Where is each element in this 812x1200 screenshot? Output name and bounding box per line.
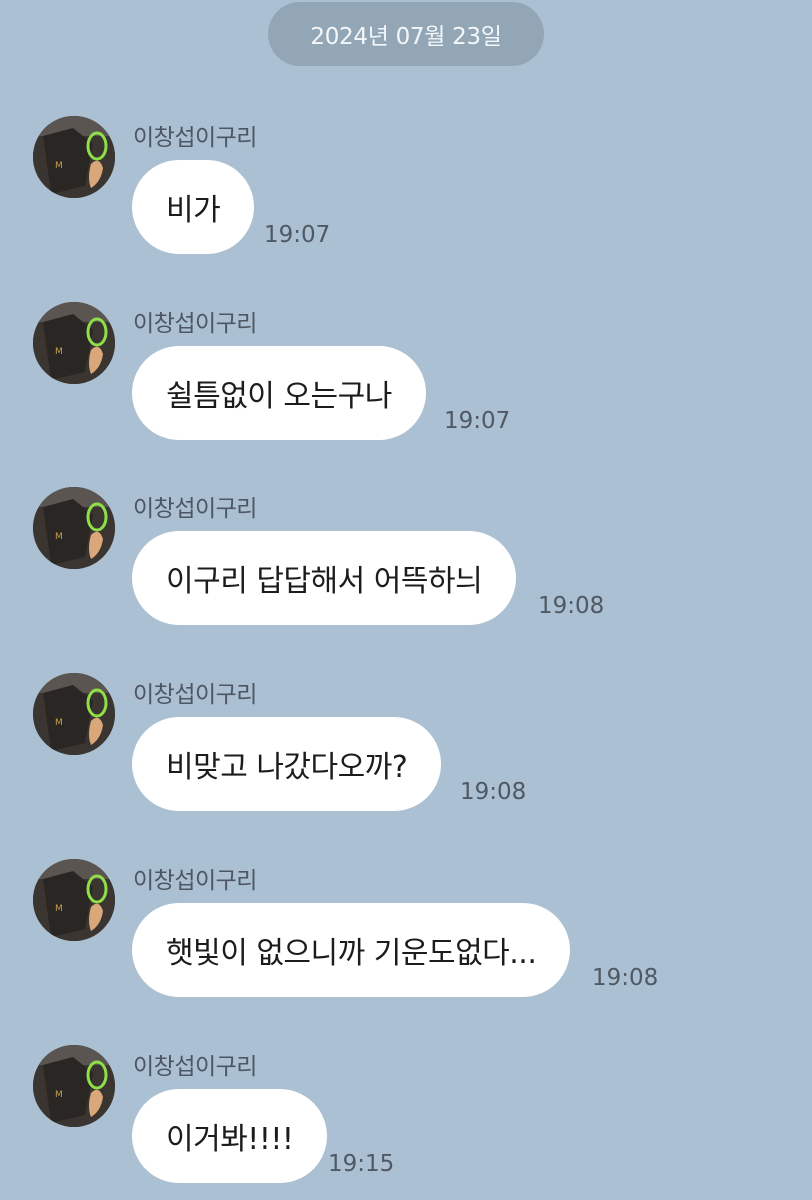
svg-text:M: M [55,718,63,728]
message-row: M 이창섭이구리 햇빛이 없으니까 기운도없다... 19:08 [0,859,812,1009]
avatar-photo-icon: M [33,859,115,941]
message-bubble[interactable]: 햇빛이 없으니까 기운도없다... [132,903,571,997]
sender-avatar[interactable]: M [33,859,115,941]
message-time: 19:07 [264,222,331,248]
svg-text:M: M [55,1090,63,1100]
message-bubble[interactable]: 이구리 답답해서 어뜩하늬 [132,531,517,625]
message-time: 19:15 [328,1151,395,1177]
date-divider: 2024년 07월 23일 [268,2,544,66]
sender-avatar[interactable]: M [33,673,115,755]
message-row: M 이창섭이구리 비맞고 나갔다오까? 19:08 [0,673,812,823]
svg-text:M: M [55,347,63,357]
message-bubble[interactable]: 비가 [132,160,255,254]
avatar-photo-icon: M [33,673,115,755]
sender-name: 이창섭이구리 [133,682,257,708]
avatar-photo-icon: M [33,116,115,198]
message-bubble[interactable]: 쉴틈없이 오는구나 [132,346,426,440]
svg-text:M: M [55,161,63,171]
message-row: M 이창섭이구리 이구리 답답해서 어뜩하늬 19:08 [0,487,812,637]
message-time: 19:08 [592,965,659,991]
sender-name: 이창섭이구리 [133,311,257,337]
message-time: 19:08 [460,779,527,805]
message-row: M 이창섭이구리 비가 19:07 [0,116,812,266]
avatar-photo-icon: M [33,302,115,384]
avatar-photo-icon: M [33,487,115,569]
sender-avatar[interactable]: M [33,487,115,569]
message-row: M 이창섭이구리 쉴틈없이 오는구나 19:07 [0,302,812,452]
sender-name: 이창섭이구리 [133,125,257,151]
sender-avatar[interactable]: M [33,116,115,198]
svg-text:M: M [55,904,63,914]
message-bubble[interactable]: 이거봐!!!! [132,1089,328,1183]
message-time: 19:08 [538,593,605,619]
sender-avatar[interactable]: M [33,302,115,384]
sender-name: 이창섭이구리 [133,868,257,894]
sender-avatar[interactable]: M [33,1045,115,1127]
svg-text:M: M [55,532,63,542]
sender-name: 이창섭이구리 [133,496,257,522]
message-time: 19:07 [444,408,511,434]
avatar-photo-icon: M [33,1045,115,1127]
message-row: M 이창섭이구리 이거봐!!!! 19:15 [0,1045,812,1195]
message-bubble[interactable]: 비맞고 나갔다오까? [132,717,442,811]
sender-name: 이창섭이구리 [133,1054,257,1080]
